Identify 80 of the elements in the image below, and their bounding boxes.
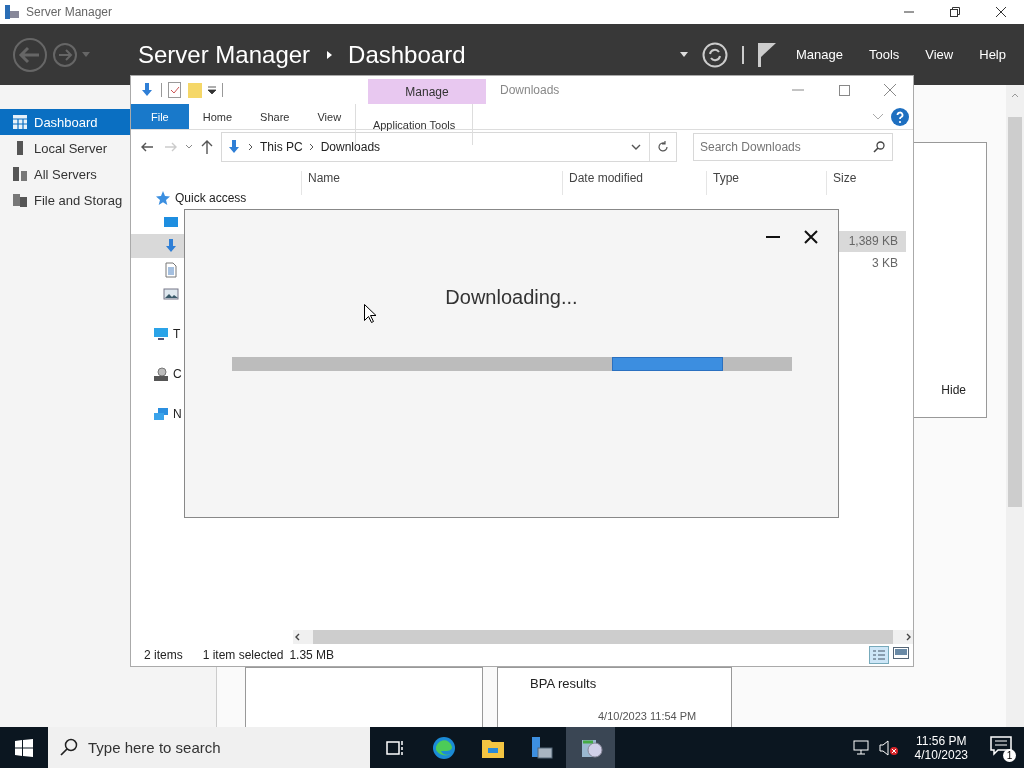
help-icon[interactable] xyxy=(891,107,909,126)
desktop-icon xyxy=(163,214,179,230)
servers-icon xyxy=(12,166,28,182)
download-icon[interactable] xyxy=(139,82,155,98)
column-header[interactable]: Name xyxy=(301,171,562,195)
browser-icon[interactable] xyxy=(431,735,456,760)
download-icon xyxy=(163,238,179,254)
document-icon xyxy=(163,262,179,278)
hide-link[interactable]: Hide xyxy=(941,383,966,397)
menu-item[interactable]: Manage xyxy=(789,47,849,62)
ribbon-tab[interactable]: Share xyxy=(246,104,304,129)
nav-item[interactable]: N xyxy=(131,398,184,430)
column-header[interactable]: Size xyxy=(826,171,906,195)
sidebar-item[interactable]: All Servers xyxy=(0,161,130,187)
column-header[interactable]: Date modified xyxy=(562,171,706,195)
chevron-icon xyxy=(308,143,315,151)
windows-logo-icon[interactable] xyxy=(15,738,33,757)
star-icon xyxy=(155,190,171,206)
refresh-icon[interactable] xyxy=(657,141,669,153)
taskbar-search-field[interactable]: Type here to search xyxy=(48,727,370,768)
sidebar-item[interactable]: Dashboard xyxy=(0,109,130,135)
dropdown-icon[interactable] xyxy=(208,86,216,94)
breadcrumb-item[interactable]: This PC xyxy=(260,140,303,154)
computer-icon xyxy=(153,326,169,342)
drive-icon xyxy=(153,366,169,382)
notification-count: 1 xyxy=(1003,748,1016,762)
chevron-icon[interactable] xyxy=(631,144,641,150)
size-cell-text: 3 KB xyxy=(871,255,899,272)
close-icon[interactable] xyxy=(804,230,818,244)
bpa-results-label: BPA results xyxy=(530,676,597,691)
maximize-icon[interactable] xyxy=(838,84,850,96)
window-title: Server Manager xyxy=(26,5,113,19)
network-icon xyxy=(153,406,169,422)
download-message: Downloading... xyxy=(445,286,578,309)
scrollbar[interactable] xyxy=(293,630,913,644)
column-header[interactable]: Type xyxy=(706,171,826,195)
contextual-tab[interactable]: Manage xyxy=(368,79,486,104)
chevron-icon[interactable] xyxy=(185,144,193,150)
ribbon-tab[interactable]: File xyxy=(131,104,189,129)
search-icon xyxy=(873,141,885,153)
task-view-icon[interactable] xyxy=(385,739,404,756)
storage-icon xyxy=(12,192,28,208)
status-text: 1 item selected xyxy=(202,648,284,662)
clock-time[interactable]: 11:56 PM xyxy=(916,733,967,748)
address-bar[interactable]: This PC Downloads xyxy=(221,132,677,162)
menu-item[interactable]: View xyxy=(919,47,960,62)
thumbnail-view-icon[interactable] xyxy=(893,646,909,660)
ribbon-tab[interactable]: View xyxy=(303,104,356,129)
nav-item[interactable] xyxy=(131,234,184,258)
volume-muted-icon[interactable] xyxy=(878,739,899,756)
sidebar-item[interactable]: Local Server xyxy=(0,135,130,161)
breadcrumb-item[interactable]: Server Manager xyxy=(138,40,311,69)
window-title: Downloads xyxy=(500,82,560,99)
clock-date[interactable]: 4/10/2023 xyxy=(914,747,968,762)
restore-icon[interactable] xyxy=(950,7,960,17)
nav-item[interactable]: Quick access xyxy=(131,186,247,210)
properties-icon[interactable] xyxy=(168,82,182,98)
picture-icon xyxy=(163,286,179,302)
network-icon[interactable] xyxy=(852,739,871,756)
dashboard-icon xyxy=(12,114,28,130)
scrollbar[interactable] xyxy=(1006,85,1024,727)
sidebar-item[interactable]: File and Storag xyxy=(0,187,130,213)
status-text: 2 items xyxy=(144,648,183,662)
menu-item[interactable]: Help xyxy=(973,47,1012,62)
breadcrumb-item: Dashboard xyxy=(348,40,466,69)
nav-item[interactable]: T xyxy=(131,318,184,350)
server-manager-icon[interactable] xyxy=(529,735,554,760)
chevron-icon xyxy=(248,143,254,151)
nav-item[interactable]: C xyxy=(131,358,184,390)
menu-item[interactable]: Tools xyxy=(862,47,906,62)
close-icon[interactable] xyxy=(996,7,1006,17)
status-text: 1.35 MB xyxy=(289,648,335,662)
timestamp: 4/10/2023 11:54 PM xyxy=(598,710,697,722)
flag-icon[interactable] xyxy=(757,42,776,67)
download-icon xyxy=(226,139,242,155)
dropdown-icon[interactable] xyxy=(679,51,688,58)
ribbon-tab[interactable]: Home xyxy=(188,104,247,129)
server-manager-icon xyxy=(4,4,20,20)
cursor-icon xyxy=(364,304,376,323)
search-field[interactable]: Search Downloads xyxy=(693,133,893,161)
